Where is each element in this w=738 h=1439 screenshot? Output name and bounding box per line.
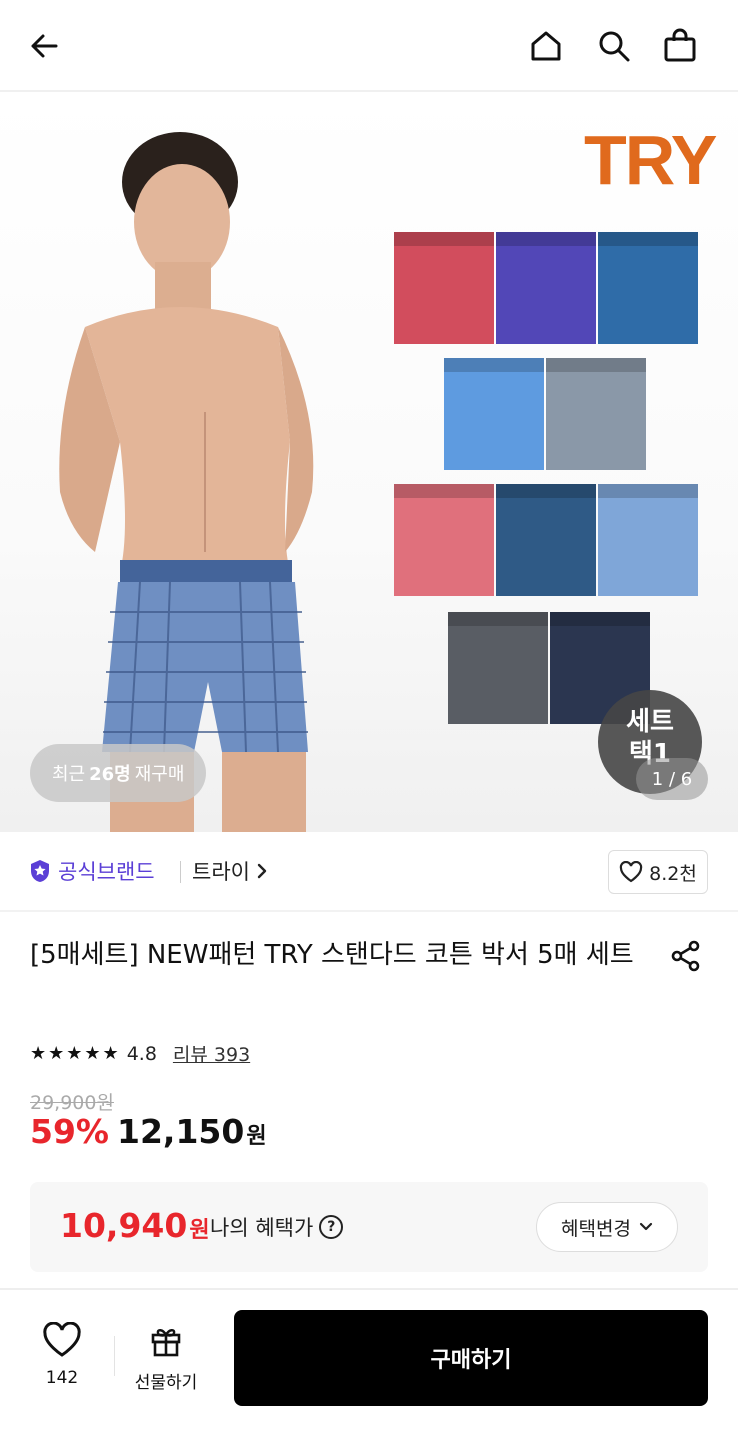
price-row: 59% 12,150 원: [30, 1112, 267, 1151]
benefit-price: 10,940 원: [60, 1206, 210, 1245]
wishlist-button[interactable]: 142: [28, 1321, 96, 1392]
official-star-icon: [31, 860, 49, 882]
reorder-badge: 최근 26명 재구매: [30, 744, 207, 802]
discount-rate: 59%: [30, 1112, 109, 1151]
chevron-down-icon: [639, 1222, 653, 1231]
product-swatch: [444, 358, 544, 470]
product-swatch: [496, 484, 596, 596]
page-indicator: 1 / 6: [636, 758, 708, 800]
home-icon[interactable]: [522, 22, 570, 70]
brand-link[interactable]: 트라이: [192, 856, 268, 886]
brand-logo: TRY: [584, 121, 717, 199]
rating-stars-icon: ★★★★★: [30, 1043, 121, 1064]
official-brand-badge: 공식브랜드: [28, 856, 155, 886]
back-arrow-icon[interactable]: [20, 22, 68, 70]
buy-button[interactable]: 구매하기: [234, 1310, 708, 1406]
product-swatch: [394, 232, 494, 344]
brand-row: 공식브랜드 트라이 8.2천: [0, 832, 738, 912]
gift-icon: [151, 1329, 181, 1357]
product-swatch: [394, 484, 494, 596]
product-swatch: [448, 612, 548, 724]
review-link[interactable]: 리뷰 393: [173, 1040, 250, 1067]
rating-value: 4.8: [126, 1042, 157, 1065]
shopping-bag-icon[interactable]: [656, 22, 704, 70]
benefit-label: 나의 혜택가 ?: [210, 1212, 344, 1242]
chevron-right-icon: [257, 863, 267, 879]
heart-icon: [619, 861, 643, 883]
divider: [180, 861, 181, 883]
price-unit: 원: [246, 1124, 267, 1149]
top-bar: [0, 0, 738, 92]
search-icon[interactable]: [590, 22, 638, 70]
sale-price: 12,150: [117, 1112, 245, 1151]
original-price: 29,900원: [30, 1092, 114, 1114]
benefit-price-box: 10,940 원 나의 혜택가 ? 혜택변경: [30, 1182, 708, 1272]
share-icon[interactable]: [664, 934, 708, 978]
product-swatch: [598, 232, 698, 344]
model-image: [59, 132, 314, 832]
product-image-carousel[interactable]: TRY 최근 26명 재구매 세트 택1 1 / 6: [0, 92, 738, 832]
product-swatch: [598, 484, 698, 596]
help-icon[interactable]: ?: [319, 1215, 344, 1239]
rating-row: ★★★★★ 4.8 리뷰 393: [30, 1040, 250, 1067]
product-swatch: [496, 232, 596, 344]
heart-icon: [43, 1321, 81, 1357]
divider: [0, 1288, 738, 1290]
product-swatch: [546, 358, 646, 470]
brand-like-button[interactable]: 8.2천: [608, 850, 708, 894]
wishlist-count: 142: [45, 1368, 79, 1388]
divider: [114, 1336, 115, 1376]
change-benefit-button[interactable]: 혜택변경: [536, 1202, 678, 1252]
gift-button[interactable]: 선물하기: [124, 1322, 208, 1393]
product-title: [5매세트] NEW패턴 TRY 스탠다드 코튼 박서 5매 세트: [30, 940, 634, 970]
